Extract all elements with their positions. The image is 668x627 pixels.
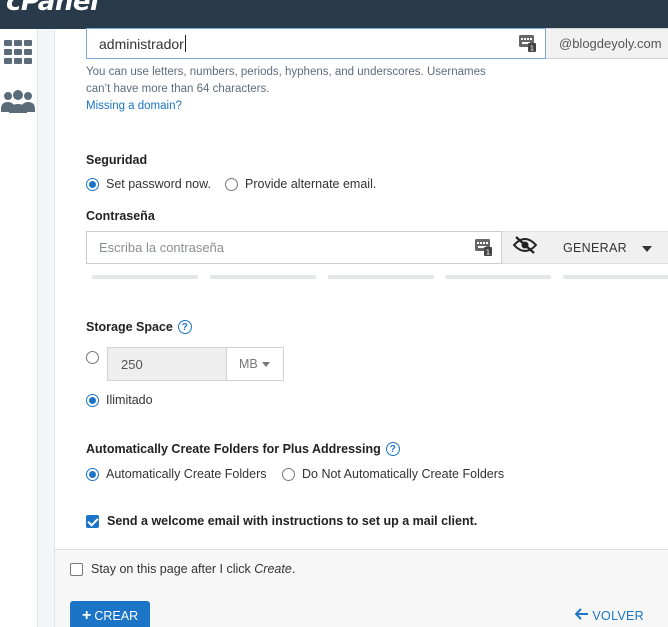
password-manager-icon[interactable]: 1	[519, 35, 537, 55]
alternate-email-radio[interactable]	[225, 177, 238, 191]
create-button-label: CREAR	[94, 609, 139, 623]
quota-input[interactable]: 250	[107, 347, 227, 381]
chevron-down-icon[interactable]	[642, 246, 652, 252]
strength-segment	[210, 275, 316, 279]
username-help-line1: You can use letters, numbers, periods, h…	[86, 66, 486, 78]
plus-icon: +	[82, 607, 92, 624]
password-label: Contraseña	[86, 209, 155, 223]
main-content: administrador 1 @blogdeyoly.com You can …	[38, 28, 668, 627]
no-auto-folders-label: Do Not Automatically Create Folders	[302, 467, 505, 481]
storage-label: Storage Space	[86, 320, 173, 334]
quota-unit: MB	[239, 357, 258, 371]
unlimited-label: Ilimitado	[106, 393, 153, 407]
welcome-email-option[interactable]: Send a welcome email with instructions t…	[86, 514, 477, 528]
toggle-visibility-button[interactable]	[502, 231, 548, 264]
top-bar: cPanel	[0, 0, 668, 29]
storage-label-row: Storage Space ?	[86, 320, 192, 334]
unlimited-radio[interactable]	[86, 393, 99, 407]
welcome-email-label: Send a welcome email with instructions t…	[107, 514, 478, 528]
set-password-label: Set password now.	[106, 177, 211, 191]
arrow-left-icon	[574, 608, 589, 623]
no-auto-folders-radio[interactable]	[282, 467, 295, 481]
back-link-label: VOLVER	[592, 608, 644, 623]
svg-text:1: 1	[486, 249, 490, 257]
cpanel-logo[interactable]: cPanel	[6, 0, 99, 17]
generate-label: GENERAR	[563, 240, 627, 255]
create-button[interactable]: + CREAR	[70, 601, 150, 627]
plus-addressing-label: Automatically Create Folders for Plus Ad…	[86, 442, 381, 456]
password-manager-icon[interactable]: 1	[475, 239, 493, 259]
add-email-form: administrador 1 @blogdeyoly.com You can …	[54, 28, 668, 549]
auto-folders-radio[interactable]	[86, 467, 99, 481]
users-icon[interactable]	[0, 86, 36, 116]
alternate-email-label: Provide alternate email.	[245, 177, 377, 191]
generate-password-button[interactable]: GENERAR	[548, 231, 668, 264]
stay-on-page-checkbox[interactable]	[70, 562, 83, 576]
welcome-email-checkbox[interactable]	[86, 514, 99, 528]
stay-on-page-label: Stay on this page after I click Create.	[91, 562, 295, 576]
stay-on-page-option[interactable]: Stay on this page after I click Create.	[70, 562, 295, 576]
stay-label-suffix: .	[291, 562, 296, 576]
stay-label-prefix: Stay on this page after I click	[91, 562, 255, 576]
svg-text:1: 1	[530, 45, 534, 53]
missing-domain-link[interactable]: Missing a domain?	[86, 98, 486, 115]
sidebar	[0, 29, 38, 627]
username-value: administrador	[99, 35, 184, 52]
chevron-down-icon	[261, 361, 270, 367]
strength-segment	[92, 275, 198, 279]
auto-folders-label: Automatically Create Folders	[106, 467, 267, 481]
help-icon[interactable]: ?	[177, 320, 192, 334]
quota-option[interactable]	[86, 351, 106, 364]
strength-segment	[445, 275, 551, 279]
password-input[interactable]: Escriba la contraseña 1	[86, 231, 502, 264]
set-password-radio[interactable]	[86, 177, 99, 191]
stay-label-emphasis: Create	[254, 562, 292, 576]
no-auto-folders-option[interactable]: Do Not Automatically Create Folders	[282, 467, 504, 481]
grid-icon[interactable]	[0, 37, 36, 67]
auto-folders-option[interactable]: Automatically Create Folders	[86, 467, 266, 481]
username-input[interactable]: administrador 1	[86, 28, 546, 59]
eye-slash-icon	[512, 236, 538, 259]
username-help: You can use letters, numbers, periods, h…	[86, 64, 486, 115]
text-cursor	[184, 35, 186, 52]
strength-segment	[563, 275, 668, 279]
quota-unit-select[interactable]: MB	[226, 347, 284, 381]
quota-radio[interactable]	[86, 351, 99, 364]
unlimited-option[interactable]: Ilimitado	[86, 393, 153, 407]
alternate-email-option[interactable]: Provide alternate email.	[225, 177, 376, 191]
plus-addressing-label-row: Automatically Create Folders for Plus Ad…	[86, 442, 400, 456]
domain-suffix[interactable]: @blogdeyoly.com	[546, 28, 668, 59]
password-placeholder: Escriba la contraseña	[99, 240, 225, 255]
form-footer: Stay on this page after I click Create. …	[54, 549, 668, 627]
set-password-option[interactable]: Set password now.	[86, 177, 211, 191]
back-link[interactable]: VOLVER	[574, 608, 644, 623]
help-icon[interactable]: ?	[385, 442, 400, 456]
strength-segment	[328, 275, 434, 279]
security-label: Seguridad	[86, 153, 148, 167]
username-help-line2: can’t have more than 64 characters.	[86, 83, 270, 95]
quota-value: 250	[121, 356, 143, 372]
